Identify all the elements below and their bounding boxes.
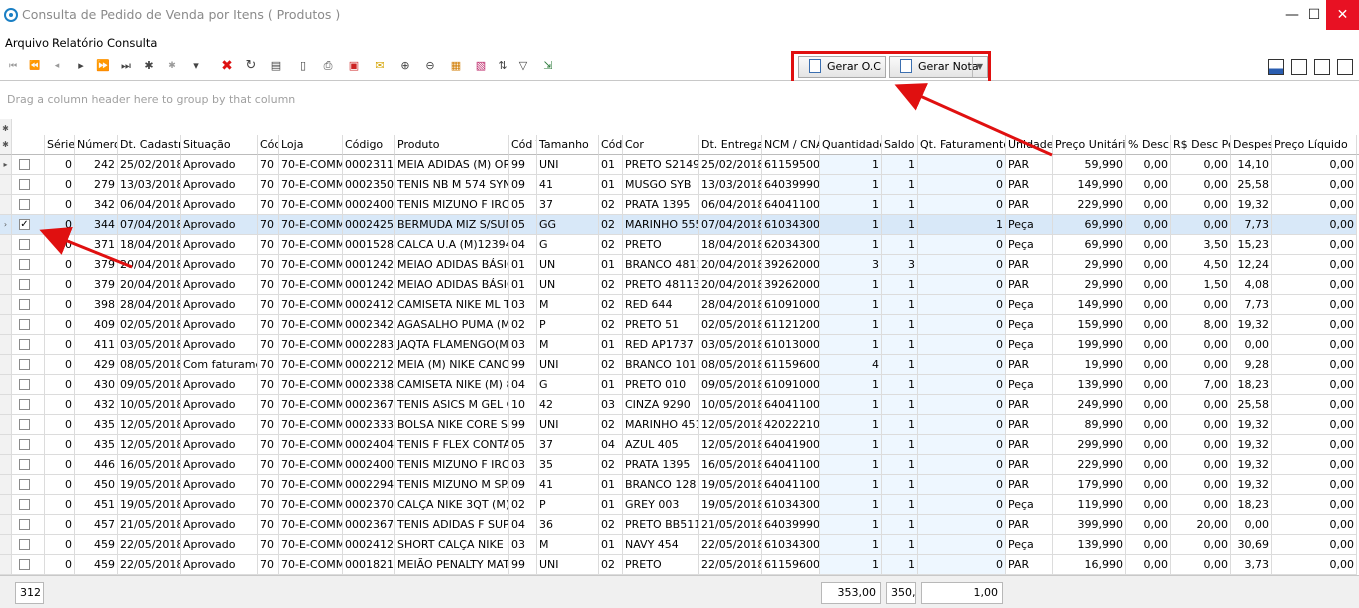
arrow-to-checkbox — [39, 227, 133, 269]
annotation-arrows — [39, 83, 1053, 269]
arrow-to-buttons — [894, 83, 1053, 157]
